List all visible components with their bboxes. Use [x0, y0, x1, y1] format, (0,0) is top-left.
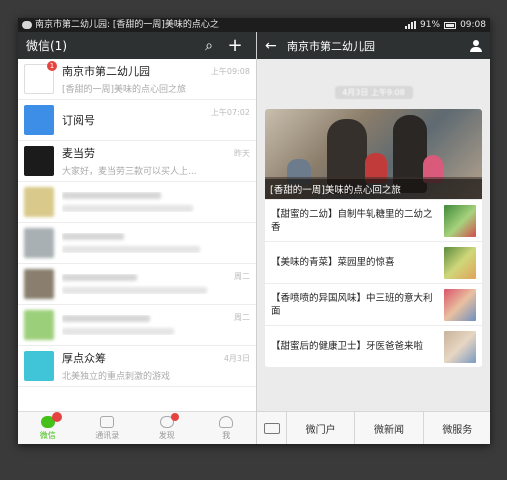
hero-caption: [香甜的一周]美味的点心回之旅 [265, 179, 482, 199]
signal-icon [405, 21, 417, 29]
article-item[interactable]: 【香喷喷的异国风味】中三班的意大利面 [265, 283, 482, 325]
chat-time: 周二 [234, 272, 250, 281]
article-header: ← 南京市第二幼儿园 [257, 32, 490, 59]
add-icon[interactable]: + [222, 35, 248, 56]
battery-percent: 91% [420, 20, 441, 30]
chat-name: 麦当劳 [62, 147, 95, 160]
chat-row[interactable]: 1 南京市第二幼儿园 [香甜的一周]美味的点心回之旅 上午09:08 [18, 59, 256, 100]
chat-preview: 大家好，麦当劳三款可以买人上... [62, 167, 197, 177]
redacted-preview [62, 246, 200, 253]
chat-list-title: 微信(1) [26, 39, 67, 53]
account-menu-bar: 微门户 微新闻 微服务 [257, 411, 490, 444]
chat-list-pane: 微信(1) ⌕ + 1 南京市第二幼儿园 [香甜的一周]美味的点心回之旅 上午09:0… [18, 32, 256, 444]
person-icon [219, 415, 234, 428]
search-icon[interactable]: ⌕ [196, 38, 222, 54]
back-arrow-icon[interactable]: ← [265, 38, 287, 54]
chat-row[interactable]: 厚点众筹北美独立的重点刺激的游戏 4月3日 [18, 346, 256, 387]
profile-icon[interactable] [470, 39, 482, 52]
phone-screen: 南京市第二幼儿园: [香甜的一周]美味的点心之 91% 09:08 微信(1) … [18, 18, 490, 444]
notification-text: 南京市第二幼儿园: [香甜的一周]美味的点心之 [35, 20, 219, 30]
contacts-icon [100, 415, 115, 428]
tab-contacts-label: 通讯录 [95, 430, 120, 440]
system-indicators: 91% 09:08 [405, 18, 486, 32]
keyboard-icon [263, 422, 280, 434]
chat-list-header: 微信(1) ⌕ + [18, 32, 256, 59]
account-title: 南京市第二幼儿园 [287, 39, 375, 53]
chat-avatar: 1 [24, 61, 57, 94]
tab-chats-label: 微信 [39, 430, 56, 440]
article-item[interactable]: 【甜蜜后的健康卫士】牙医爸爸来啦 [265, 325, 482, 367]
redacted-preview [62, 205, 193, 212]
hero-article[interactable]: [香甜的一周]美味的点心回之旅 [265, 109, 482, 199]
redacted-name [62, 233, 124, 240]
article-title: 【甜蜜的二幼】自制牛轧糖里的二幼之香 [271, 208, 433, 233]
battery-icon [444, 21, 457, 29]
chat-avatar [24, 310, 54, 340]
article-thumbnail [444, 330, 476, 363]
tab-me[interactable]: 我 [197, 412, 257, 444]
chat-row[interactable] [18, 223, 256, 264]
article-title: 【美味的青菜】菜园里的惊喜 [271, 257, 395, 268]
chat-time: 周二 [234, 313, 250, 322]
redacted-name [62, 192, 161, 199]
menu-item[interactable]: 微服务 [424, 412, 490, 444]
chat-row[interactable]: 订阅号 上午07:02 [18, 100, 256, 141]
chat-avatar [24, 228, 54, 258]
article-thumbnail [444, 246, 476, 279]
article-title: 【香喷喷的异国风味】中三班的意大利面 [271, 292, 433, 317]
clock: 09:08 [460, 20, 486, 30]
redacted-name [62, 315, 150, 322]
article-pane: ← 南京市第二幼儿园 4月3日 上午9:08 [香甜的一周]美味的点心回之旅 【… [256, 32, 490, 444]
bottom-tab-bar: 微信 通讯录 发现 我 [18, 411, 256, 444]
chat-avatar [24, 105, 54, 135]
article-item[interactable]: 【甜蜜的二幼】自制牛轧糖里的二幼之香 [265, 199, 482, 241]
article-item[interactable]: 【美味的青菜】菜园里的惊喜 [265, 241, 482, 283]
tab-me-label: 我 [222, 430, 231, 440]
status-bar: 南京市第二幼儿园: [香甜的一周]美味的点心之 91% 09:08 [18, 18, 490, 32]
menu-item[interactable]: 微新闻 [355, 412, 424, 444]
article-title: 【甜蜜后的健康卫士】牙医爸爸来啦 [271, 341, 424, 352]
chat-preview: 北美独立的重点刺激的游戏 [62, 372, 171, 382]
menu-item[interactable]: 微门户 [287, 412, 356, 444]
redacted-preview [62, 328, 174, 335]
chat-name: 厚点众筹 [62, 352, 106, 365]
chat-avatar [24, 187, 54, 217]
tab-chats[interactable]: 微信 [18, 411, 78, 444]
chat-time: 上午09:08 [210, 67, 250, 76]
article-thumbnail [444, 204, 476, 237]
redacted-name [62, 274, 137, 281]
chat-time: 上午07:02 [210, 108, 250, 117]
unread-badge: 1 [47, 61, 57, 71]
wechat-notification-icon [22, 21, 32, 29]
redacted-preview [62, 287, 207, 294]
chat-preview: [香甜的一周]美味的点心回之旅 [62, 85, 187, 95]
chat-avatar [24, 351, 54, 381]
article-thumbnail [444, 288, 476, 321]
chat-row[interactable]: 周二 [18, 305, 256, 346]
article-card: [香甜的一周]美味的点心回之旅 【甜蜜的二幼】自制牛轧糖里的二幼之香 【美味的青… [265, 109, 482, 367]
chat-avatar [24, 146, 54, 176]
chat-row[interactable]: 麦当劳大家好，麦当劳三款可以买人上... 昨天 [18, 141, 256, 182]
chat-row[interactable]: 周二 [18, 264, 256, 305]
keyboard-toggle[interactable] [257, 412, 287, 444]
chat-avatar [24, 269, 54, 299]
chat-bubble-icon [40, 411, 62, 428]
chat-time: 4月3日 [223, 354, 250, 363]
chat-time: 昨天 [234, 149, 250, 158]
tab-discover-label: 发现 [158, 430, 175, 440]
tab-discover[interactable]: 发现 [137, 412, 197, 444]
compass-icon [159, 412, 179, 428]
tab-contacts[interactable]: 通讯录 [78, 412, 138, 444]
message-date: 4月3日 上午9:08 [334, 86, 413, 99]
chat-row[interactable] [18, 182, 256, 223]
